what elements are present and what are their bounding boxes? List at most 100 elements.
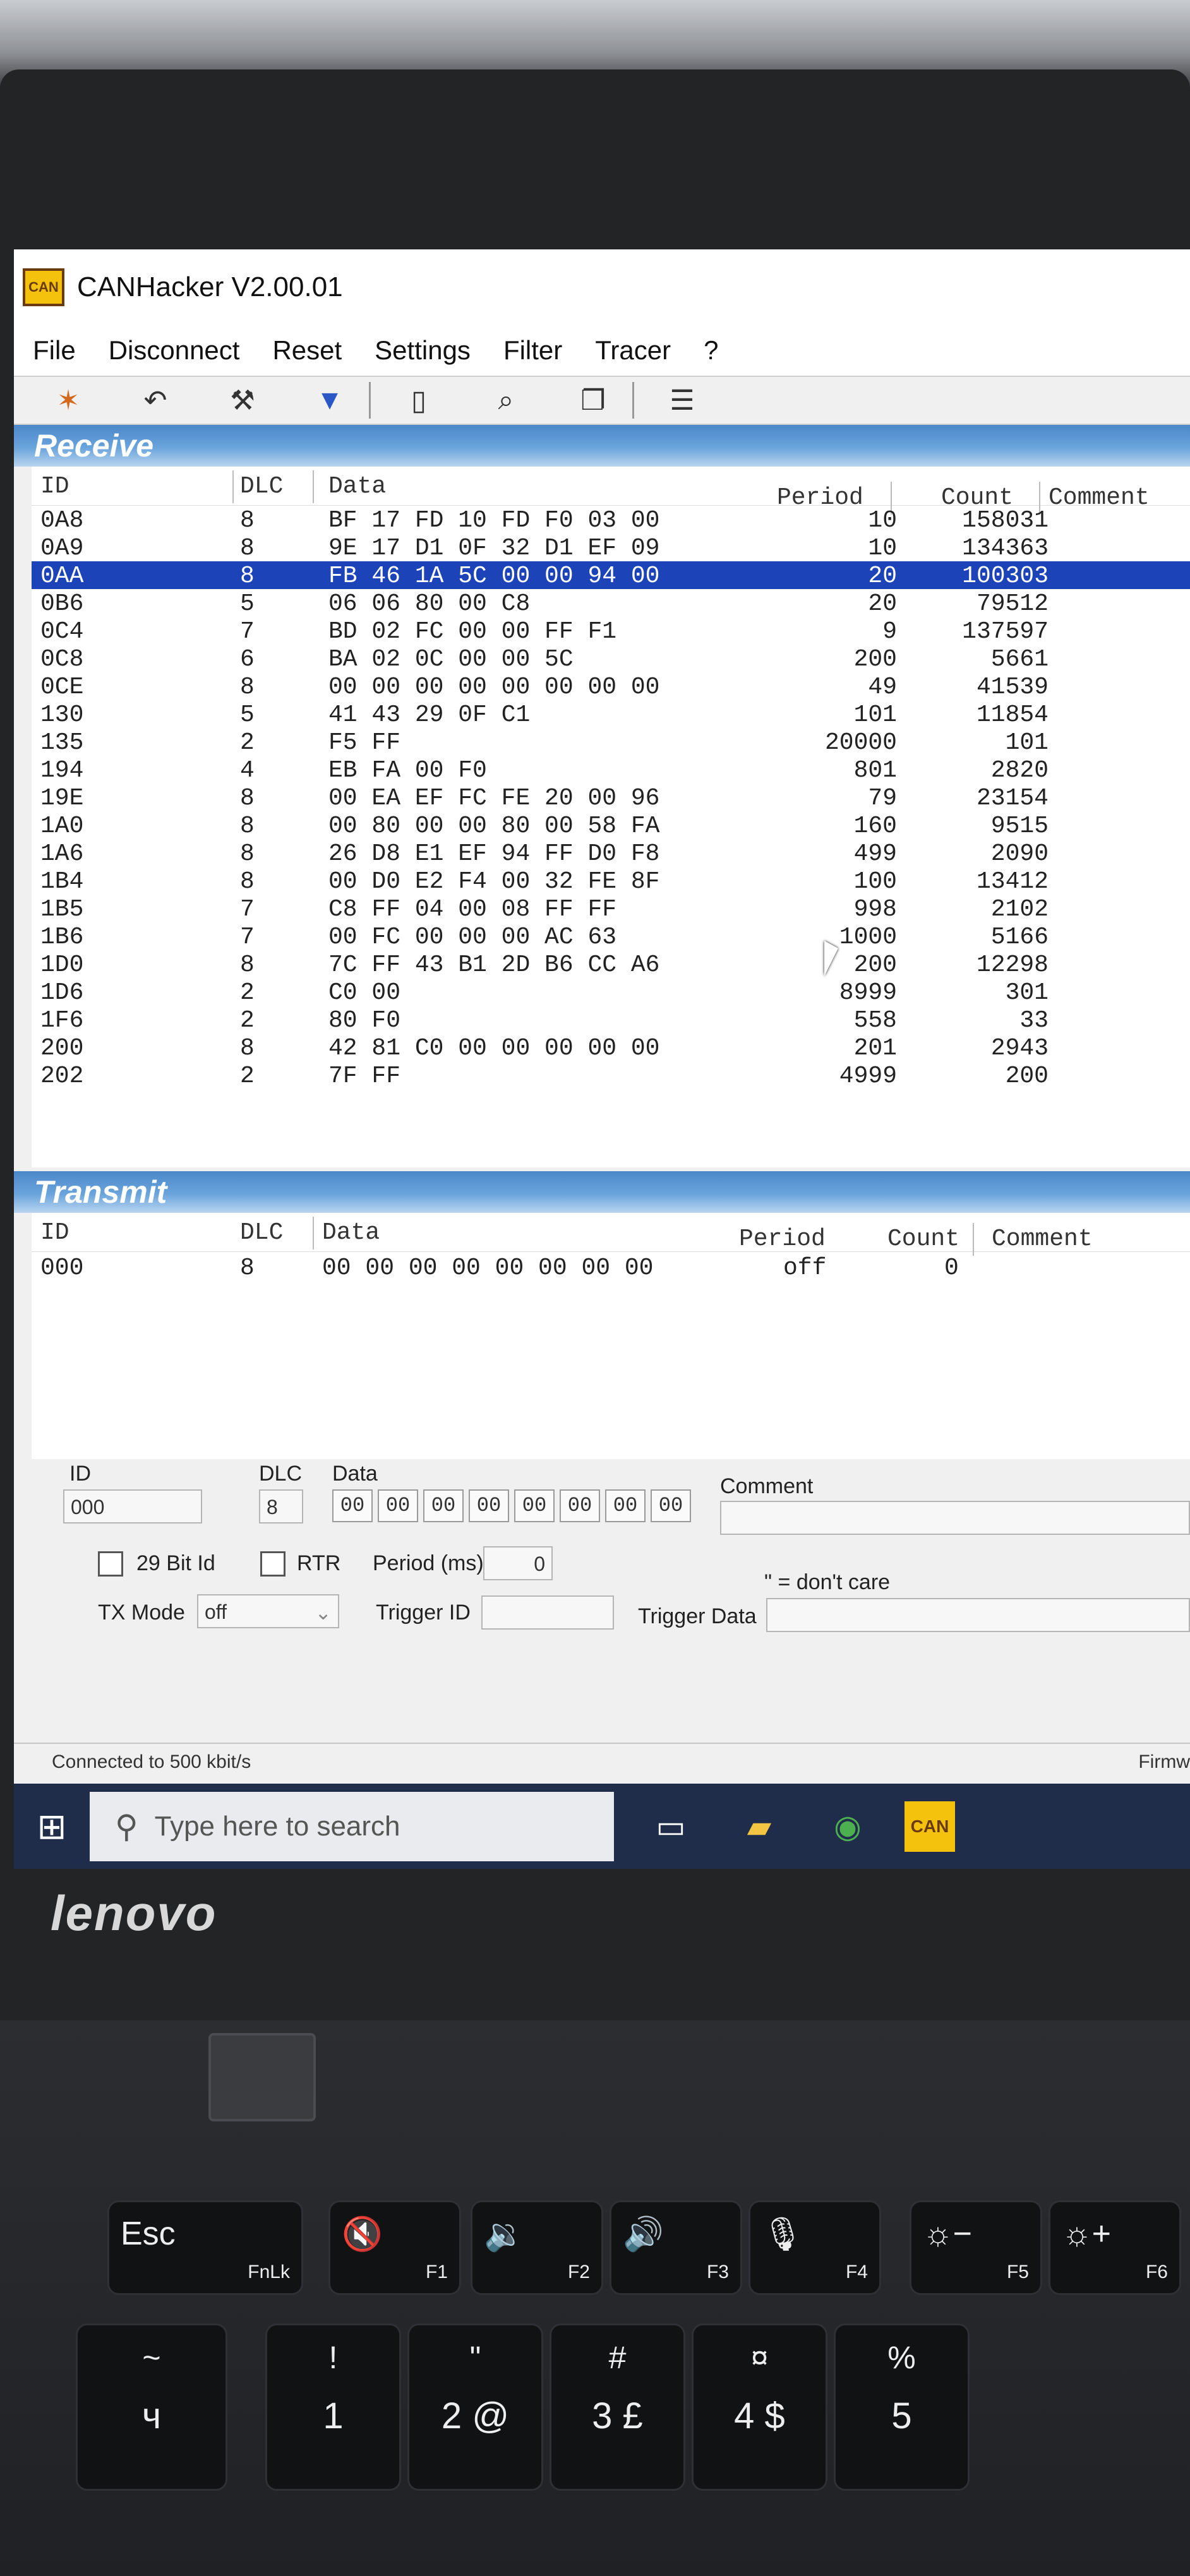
canhacker-icon[interactable]: CAN [905,1801,955,1852]
key-number-2[interactable]: " 2 @ [407,2323,543,2491]
filter-icon[interactable]: ▼ [307,381,352,419]
key-f5[interactable]: ☼− F5 [910,2200,1042,2295]
transmit-row[interactable]: 000 8 00 00 00 00 00 00 00 00 off 0 [32,1252,1190,1284]
period-label: Period (ms) [373,1551,484,1575]
data-byte-field[interactable]: 00 [514,1489,555,1522]
data-byte-field[interactable]: 00 [651,1489,691,1522]
menu-settings[interactable]: Settings [375,335,471,366]
col-id[interactable]: ID [40,1219,69,1246]
key-f1[interactable]: 🔇 F1 [328,2200,461,2295]
windows-start-icon[interactable]: ⊞ [14,1784,90,1869]
receive-row[interactable]: 0AA 8 FB 46 1A 5C 00 00 94 00 20 100303 [32,561,1190,590]
task-view-icon[interactable]: ▭ [639,1795,702,1858]
transmit-id: 000 [40,1255,84,1282]
receive-row[interactable]: 1D0 8 7C FF 43 B1 2D B6 CC A6 200 12298 [32,950,1190,979]
key-f2[interactable]: 🔉 F2 [471,2200,603,2295]
preview-icon[interactable]: ⌕ [483,381,529,419]
receive-row[interactable]: 0A9 8 9E 17 D1 0F 32 D1 EF 09 10 134363 [32,534,1190,562]
receive-row[interactable]: 1D6 2 C0 00 8999 301 [32,978,1190,1006]
receive-table[interactable]: ID DLC Data Period Count Comment 0A8 8 BF … [32,467,1190,1167]
log-icon[interactable]: ☰ [659,381,705,419]
cell-dlc: 8 [240,1035,255,1062]
column-divider [313,470,314,503]
receive-row[interactable]: 0A8 8 BF 17 FD 10 FD F0 03 00 10 158031 [32,506,1190,534]
file-explorer-icon[interactable]: ▰ [728,1795,791,1858]
key-f3[interactable]: 🔊 F3 [610,2200,742,2295]
menu-filter[interactable]: Filter [503,335,562,366]
receive-row[interactable]: 135 2 F5 FF 20000 101 [32,728,1190,756]
new-file-icon[interactable]: ▯ [396,381,442,419]
menu-help[interactable]: ? [704,335,718,366]
col-comment[interactable]: Comment [992,1225,1093,1253]
receive-row[interactable]: 0C8 6 BA 02 0C 00 00 5C 200 5661 [32,645,1190,673]
key-fnlk[interactable]: Esc FnLk [107,2200,303,2295]
receive-row[interactable]: 130 5 41 43 29 0F C1 101 11854 [32,700,1190,729]
key-f6[interactable]: ☼+ F6 [1049,2200,1181,2295]
col-count[interactable]: Count [887,1225,959,1253]
trigger-id-field[interactable] [481,1595,614,1630]
cell-period: 200 [853,951,897,979]
data-byte-field[interactable]: 00 [469,1489,509,1522]
receive-row[interactable]: 0C4 7 BD 02 FC 00 00 FF F1 9 137597 [32,617,1190,645]
receive-row[interactable]: 194 4 EB FA 00 F0 801 2820 [32,756,1190,784]
receive-row[interactable]: 1F6 2 80 F0 558 33 [32,1006,1190,1034]
message-editor: ID 000 DLC 8 Data 00 00 00 00 00 00 00 00 Comme… [32,1462,1190,1689]
col-dlc[interactable]: DLC [240,473,283,500]
chrome-icon[interactable]: ◉ [816,1795,879,1858]
key-label: 1 [323,2395,344,2436]
comment-field[interactable] [720,1501,1190,1535]
key-number-5[interactable]: % 5 [834,2323,970,2491]
key-number-1[interactable]: ! 1 [265,2323,401,2491]
cell-id: 1B6 [40,924,84,951]
cell-dlc: 7 [240,896,255,923]
col-id[interactable]: ID [40,473,69,500]
cell-id: 1D6 [40,979,84,1006]
key-f4[interactable]: 🎙 F4 [748,2200,881,2295]
data-byte-field[interactable]: 00 [605,1489,646,1522]
data-byte-field[interactable]: 00 [423,1489,464,1522]
connect-icon[interactable]: ✶ [45,381,91,419]
receive-row[interactable]: 1B5 7 C8 FF 04 00 08 FF FF 998 2102 [32,895,1190,923]
menu-reset[interactable]: Reset [272,335,342,366]
cell-count: 200 [1005,1063,1049,1090]
col-data[interactable]: Data [322,1219,380,1246]
rtr-checkbox[interactable] [260,1551,285,1577]
trigger-data-field[interactable] [766,1598,1190,1632]
receive-row[interactable]: 1B6 7 00 FC 00 00 00 AC 63 1000 5166 [32,922,1190,951]
receive-row[interactable]: 0B6 5 06 06 80 00 C8 20 79512 [32,589,1190,617]
receive-row[interactable]: 1A0 8 00 80 00 00 80 00 58 FA 160 9515 [32,811,1190,840]
key-number-0[interactable]: ~ ч [76,2323,227,2491]
data-byte-field[interactable]: 00 [560,1489,600,1522]
receive-row[interactable]: 202 2 7F FF 4999 200 [32,1061,1190,1090]
receive-row[interactable]: 1B4 8 00 D0 E2 F4 00 32 FE 8F 100 13412 [32,867,1190,895]
period-field[interactable]: 0 [483,1546,553,1580]
29-bit-id-checkbox[interactable] [98,1551,123,1577]
menu-tracer[interactable]: Tracer [595,335,671,366]
dlc-field[interactable]: 8 [259,1489,303,1524]
cell-period: 20000 [824,729,897,756]
data-byte-field[interactable]: 00 [378,1489,418,1522]
receive-row[interactable]: 200 8 42 81 C0 00 00 00 00 00 201 2943 [32,1034,1190,1062]
menu-file[interactable]: File [33,335,76,366]
receive-row[interactable]: 1A6 8 26 D8 E1 EF 94 FF D0 F8 499 2090 [32,839,1190,868]
col-dlc[interactable]: DLC [240,1219,283,1246]
taskbar-search[interactable]: ⚲ Type here to search [90,1791,614,1861]
receive-row[interactable]: 19E 8 00 EA EF FC FE 20 00 96 79 23154 [32,784,1190,812]
tools-icon[interactable]: ⚒ [220,381,265,419]
tx-mode-select[interactable]: off ⌄ [197,1594,339,1628]
receive-row[interactable]: 0CE 8 00 00 00 00 00 00 00 00 49 41539 [32,672,1190,701]
transmit-table[interactable]: ID DLC Data Period Count Comment 000 8 0… [32,1213,1190,1459]
copy-icon[interactable]: ❐ [570,381,616,419]
undo-icon[interactable]: ↶ [133,381,178,419]
menu-disconnect[interactable]: Disconnect [109,335,240,366]
col-period[interactable]: Period [739,1225,826,1253]
id-field[interactable]: 000 [63,1489,202,1524]
key-sublabel: F2 [567,2262,590,2282]
col-data[interactable]: Data [328,473,386,500]
cell-data: 00 EA EF FC FE 20 00 96 [328,785,660,812]
data-byte-field[interactable]: 00 [332,1489,373,1522]
key-number-3[interactable]: #3 £ [550,2323,685,2491]
window-title: CANHacker V2.00.01 [77,271,343,302]
key-number-4[interactable]: ¤ 4 $ [692,2323,827,2491]
trigger-id-label: Trigger ID [376,1601,471,1625]
